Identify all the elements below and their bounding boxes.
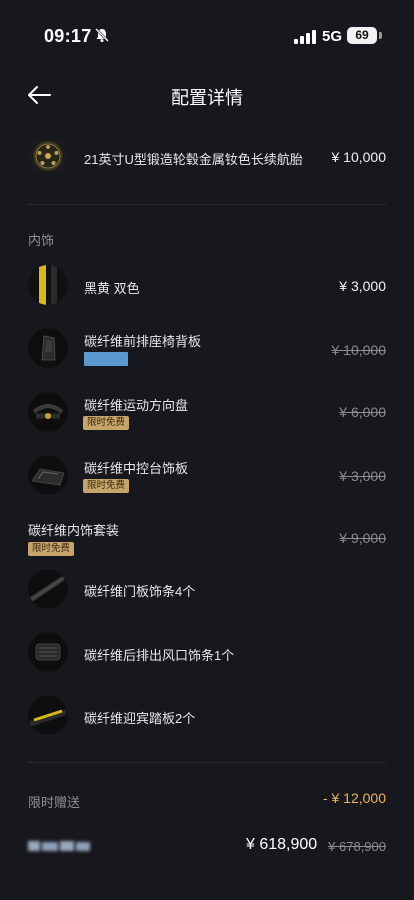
divider — [28, 762, 386, 763]
divider — [28, 204, 386, 205]
free-badge: 限时免费 — [83, 479, 130, 493]
battery-tip — [379, 32, 382, 39]
silent-bell-icon — [95, 28, 109, 43]
item-price: ¥ 10,000 — [331, 342, 387, 358]
console-trim-thumbnail — [28, 455, 68, 495]
item-price: ¥ 6,000 — [339, 404, 386, 420]
nav-bar: 配置详情 — [0, 72, 414, 122]
free-badge: 限时免费 — [83, 416, 130, 430]
door-trim-thumbnail — [28, 569, 68, 609]
item-label: 碳纤维门板饰条4个 — [84, 584, 196, 599]
sill-plate-thumbnail — [28, 695, 68, 735]
package-label: 碳纤维内饰套装 — [28, 523, 120, 538]
blurred-model-name — [28, 841, 90, 851]
seat-back-thumbnail — [28, 328, 68, 368]
item-label: 黑黄 双色 — [84, 281, 140, 296]
free-badge: 限时免费 — [28, 542, 75, 556]
page-title: 配置详情 — [171, 88, 243, 108]
item-label: 碳纤维迎宾踏板2个 — [84, 711, 196, 726]
item-label: 碳纤维运动方向盘 — [84, 398, 189, 413]
network-type: 5G — [322, 28, 343, 45]
battery-icon: 69 — [347, 27, 377, 44]
item-label: 碳纤维后排出风口饰条1个 — [84, 648, 235, 663]
total-price: ¥ 618,900 — [246, 836, 318, 853]
steering-wheel-thumbnail — [28, 392, 68, 432]
wheel-thumbnail — [28, 136, 68, 176]
status-time: 09:17 — [44, 26, 92, 46]
package-price: ¥ 9,000 — [339, 530, 386, 546]
item-price: ¥ 3,000 — [339, 468, 386, 484]
wheel-label: 21英寸U型锻造轮毂金属钕色长续航胎 — [84, 152, 303, 167]
item-price: ¥ 3,000 — [339, 278, 386, 294]
original-price: ¥ 678,900 — [328, 839, 386, 854]
air-vent-thumbnail — [28, 632, 68, 672]
item-label: 碳纤维中控台饰板 — [84, 461, 189, 476]
status-bar: 09:17 5G 69 — [0, 0, 414, 72]
item-label: 碳纤维前排座椅背板 — [84, 334, 202, 349]
gift-label: 限时赠送 — [28, 795, 81, 810]
wheel-price: ¥ 10,000 — [331, 149, 387, 165]
color-swatch — [84, 352, 128, 366]
signal-icon — [294, 30, 316, 44]
gift-price: - ¥ 12,000 — [322, 790, 386, 806]
black-yellow-thumbnail — [28, 265, 68, 305]
interior-section-label: 内饰 — [28, 233, 55, 248]
